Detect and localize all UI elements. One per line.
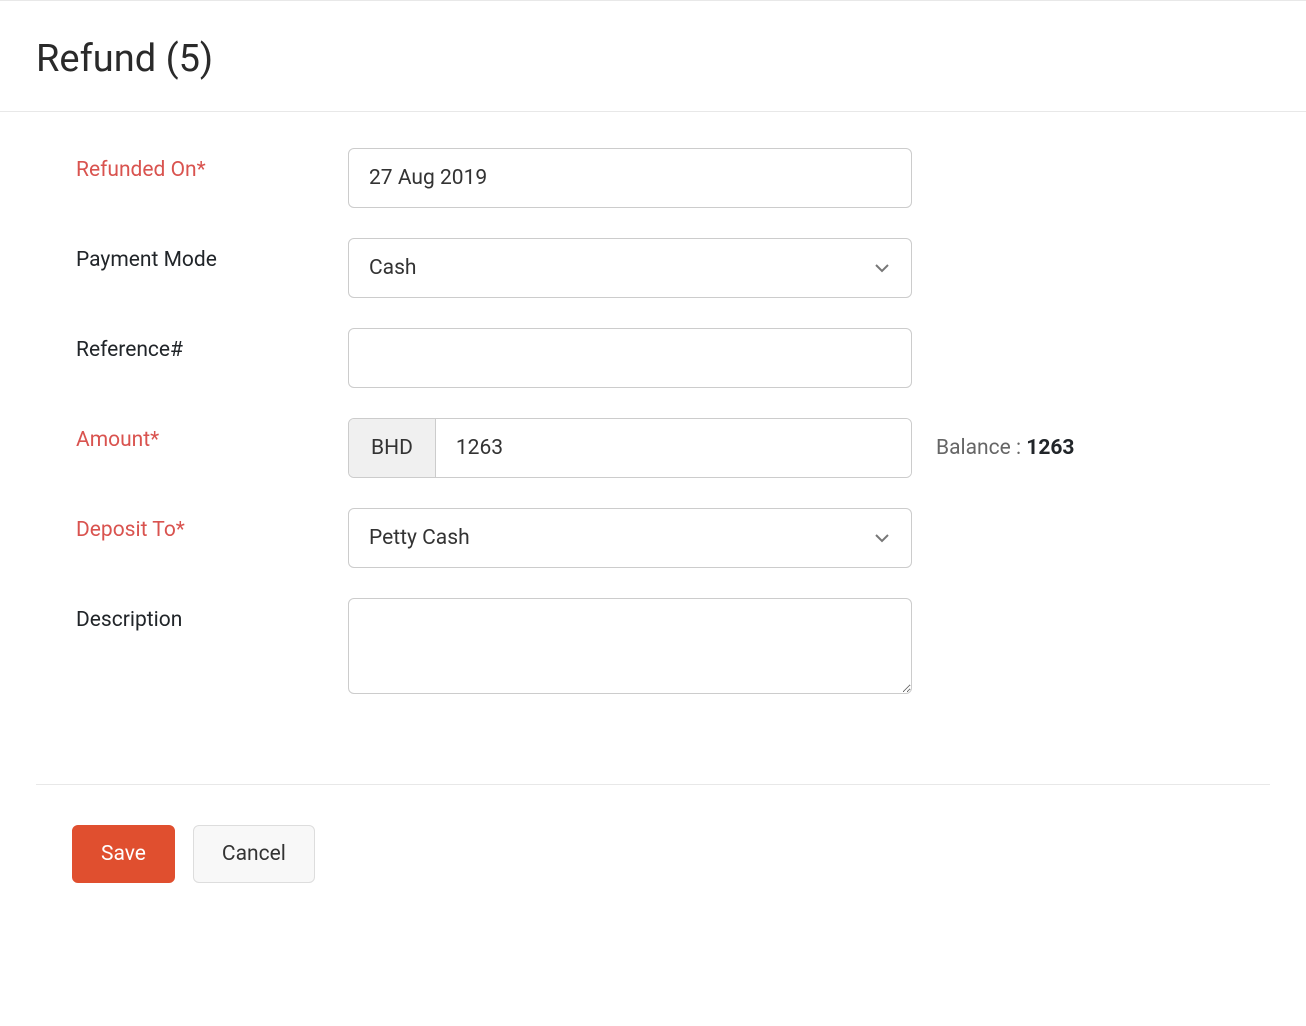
- deposit-to-select[interactable]: Petty Cash: [348, 508, 912, 568]
- description-label: Description: [36, 598, 348, 632]
- page-title: Refund (5): [36, 37, 1270, 81]
- chevron-down-icon: [873, 259, 891, 277]
- reference-label: Reference#: [36, 328, 348, 362]
- description-textarea[interactable]: [348, 598, 912, 694]
- cancel-button[interactable]: Cancel: [193, 825, 315, 883]
- amount-label: Amount*: [36, 418, 348, 452]
- reference-input[interactable]: [348, 328, 912, 388]
- balance-text: Balance : 1263: [936, 436, 1074, 460]
- deposit-to-label: Deposit To*: [36, 508, 348, 542]
- refunded-on-input[interactable]: [348, 148, 912, 208]
- chevron-down-icon: [873, 529, 891, 547]
- payment-mode-label: Payment Mode: [36, 238, 348, 272]
- deposit-to-value: Petty Cash: [369, 526, 470, 550]
- amount-input[interactable]: [436, 419, 911, 477]
- currency-addon: BHD: [349, 419, 436, 477]
- balance-value: 1263: [1026, 436, 1074, 460]
- refunded-on-label: Refunded On*: [36, 148, 348, 182]
- payment-mode-select[interactable]: Cash: [348, 238, 912, 298]
- payment-mode-value: Cash: [369, 256, 417, 280]
- save-button[interactable]: Save: [72, 825, 175, 883]
- balance-label: Balance :: [936, 436, 1026, 460]
